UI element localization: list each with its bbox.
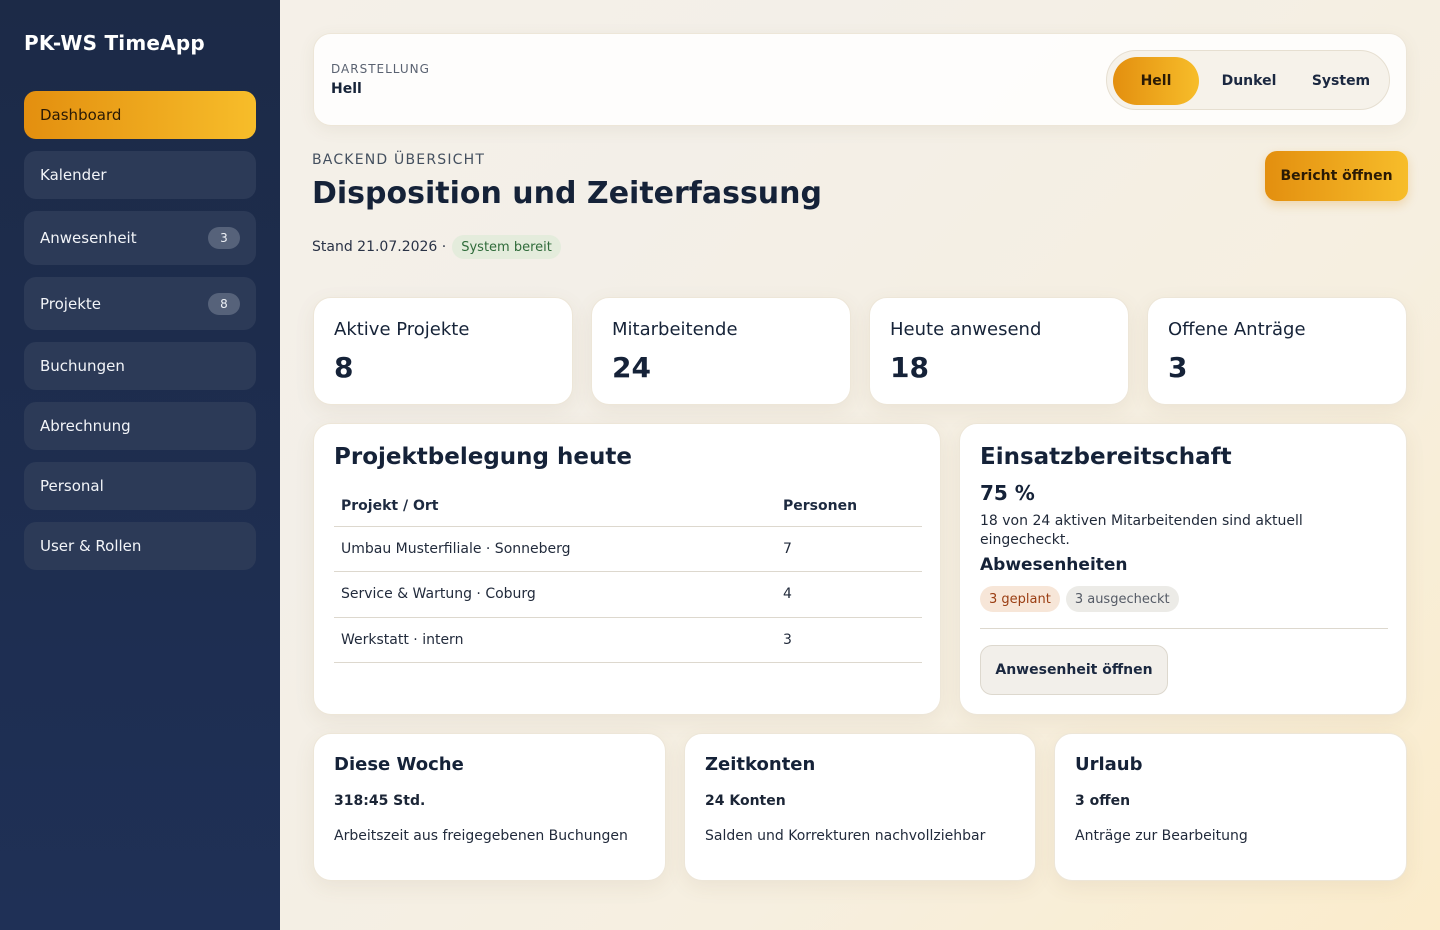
sidebar-item-dashboard[interactable]: Dashboard <box>24 91 256 139</box>
app-title: PK-WS TimeApp <box>24 31 205 55</box>
theme-option-hell[interactable]: Hell <box>1113 57 1199 105</box>
theme-current: Hell <box>331 81 362 97</box>
card-description: Arbeitszeit aus freigegebenen Buchungen <box>334 828 628 844</box>
theme-option-system[interactable]: System <box>1297 57 1385 105</box>
report-button[interactable]: Bericht öffnen <box>1265 151 1408 201</box>
stat-label: Mitarbeitende <box>612 319 738 340</box>
sidebar-item-user-rollen[interactable]: User & Rollen <box>24 522 256 570</box>
sidebar-item-label: Kalender <box>40 166 107 184</box>
theme-switch: Hell Dunkel System <box>1106 50 1390 110</box>
status-line: Stand 21.07.2026 · System bereit <box>312 235 561 259</box>
readiness-percent: 75 % <box>980 481 1035 505</box>
sidebar-item-kalender[interactable]: Kalender <box>24 151 256 199</box>
person-count: 3 <box>776 617 922 663</box>
sidebar-item-label: Personal <box>40 477 104 495</box>
status-badge: System bereit <box>452 235 561 259</box>
theme-card: DARSTELLUNG Hell Hell Dunkel System <box>313 33 1407 126</box>
theme-kicker: DARSTELLUNG <box>331 62 430 76</box>
project-name: Service & Wartung · Coburg <box>334 571 776 618</box>
card-title: Einsatzbereitschaft <box>980 444 1232 470</box>
page-kicker: BACKEND ÜBERSICHT <box>312 152 486 168</box>
count-badge: 8 <box>208 292 240 315</box>
stat-value: 8 <box>334 351 354 384</box>
person-count: 4 <box>776 571 922 618</box>
sidebar-item-label: Projekte <box>40 294 101 313</box>
card-description: Salden und Korrekturen nachvollziehbar <box>705 828 986 844</box>
count-badge: 3 <box>208 227 240 249</box>
time-accounts-card[interactable]: Zeitkonten 24 Konten Salden und Korrektu… <box>684 733 1036 881</box>
card-title: Zeitkonten <box>705 754 816 775</box>
sidebar-item-anwesenheit[interactable]: Anwesenheit 3 <box>24 211 256 265</box>
project-allocation-card: Projektbelegung heute Projekt / Ort Pers… <box>313 423 941 715</box>
card-description: Anträge zur Bearbeitung <box>1075 828 1248 844</box>
sidebar-item-buchungen[interactable]: Buchungen <box>24 342 256 390</box>
readiness-card: Einsatzbereitschaft 75 % 18 von 24 aktiv… <box>959 423 1407 715</box>
table-row[interactable]: Umbau Musterfiliale · Sonneberg 7 <box>334 526 922 572</box>
person-count: 7 <box>776 526 922 572</box>
stat-card-active-projects[interactable]: Aktive Projekte 8 <box>313 297 573 405</box>
absences-title: Abwesenheiten <box>980 555 1128 575</box>
sidebar-item-label: User & Rollen <box>40 537 142 555</box>
theme-option-dunkel[interactable]: Dunkel <box>1205 57 1293 105</box>
project-table: Projekt / Ort Personen Umbau Musterfilia… <box>334 486 922 663</box>
stat-value: 3 <box>1168 351 1188 384</box>
card-value: 318:45 Std. <box>334 793 426 809</box>
card-value: 3 offen <box>1075 793 1131 809</box>
project-name: Umbau Musterfiliale · Sonneberg <box>334 526 776 572</box>
stat-card-open-requests[interactable]: Offene Anträge 3 <box>1147 297 1407 405</box>
stat-value: 24 <box>612 351 651 384</box>
column-header-project: Projekt / Ort <box>334 486 776 527</box>
table-row[interactable]: Werkstatt · intern 3 <box>334 617 922 663</box>
card-title: Projektbelegung heute <box>334 444 632 470</box>
stat-label: Offene Anträge <box>1168 319 1306 340</box>
week-card[interactable]: Diese Woche 318:45 Std. Arbeitszeit aus … <box>313 733 666 881</box>
sidebar-item-label: Dashboard <box>40 106 122 124</box>
card-value: 24 Konten <box>705 793 786 809</box>
sidebar-item-label: Buchungen <box>40 357 125 375</box>
card-title: Diese Woche <box>334 754 464 775</box>
stat-label: Heute anwesend <box>890 319 1042 340</box>
stat-value: 18 <box>890 351 929 384</box>
divider <box>980 628 1388 629</box>
sidebar-item-projekte[interactable]: Projekte 8 <box>24 277 256 330</box>
chip-planned: 3 geplant <box>980 586 1060 612</box>
stat-card-employees[interactable]: Mitarbeitende 24 <box>591 297 851 405</box>
column-header-persons: Personen <box>776 486 922 527</box>
project-name: Werkstatt · intern <box>334 617 776 663</box>
sidebar-item-abrechnung[interactable]: Abrechnung <box>24 402 256 450</box>
sidebar-item-label: Anwesenheit <box>40 229 137 247</box>
page-title: Disposition und Zeiterfassung <box>312 176 822 211</box>
open-attendance-button[interactable]: Anwesenheit öffnen <box>980 645 1168 695</box>
sidebar-item-personal[interactable]: Personal <box>24 462 256 510</box>
card-title: Urlaub <box>1075 754 1143 775</box>
absence-chips: 3 geplant 3 ausgecheckt <box>980 586 1179 612</box>
vacation-card[interactable]: Urlaub 3 offen Anträge zur Bearbeitung <box>1054 733 1407 881</box>
table-row[interactable]: Service & Wartung · Coburg 4 <box>334 571 922 618</box>
stat-label: Aktive Projekte <box>334 319 470 340</box>
readiness-description: 18 von 24 aktiven Mitarbeitenden sind ak… <box>980 513 1303 548</box>
chip-checked-out: 3 ausgecheckt <box>1065 586 1179 612</box>
stand-date: Stand 21.07.2026 · <box>312 239 447 255</box>
stat-card-present-today[interactable]: Heute anwesend 18 <box>869 297 1129 405</box>
sidebar-item-label: Abrechnung <box>40 417 131 435</box>
sidebar: PK-WS TimeApp Dashboard Kalender Anwesen… <box>0 0 280 930</box>
